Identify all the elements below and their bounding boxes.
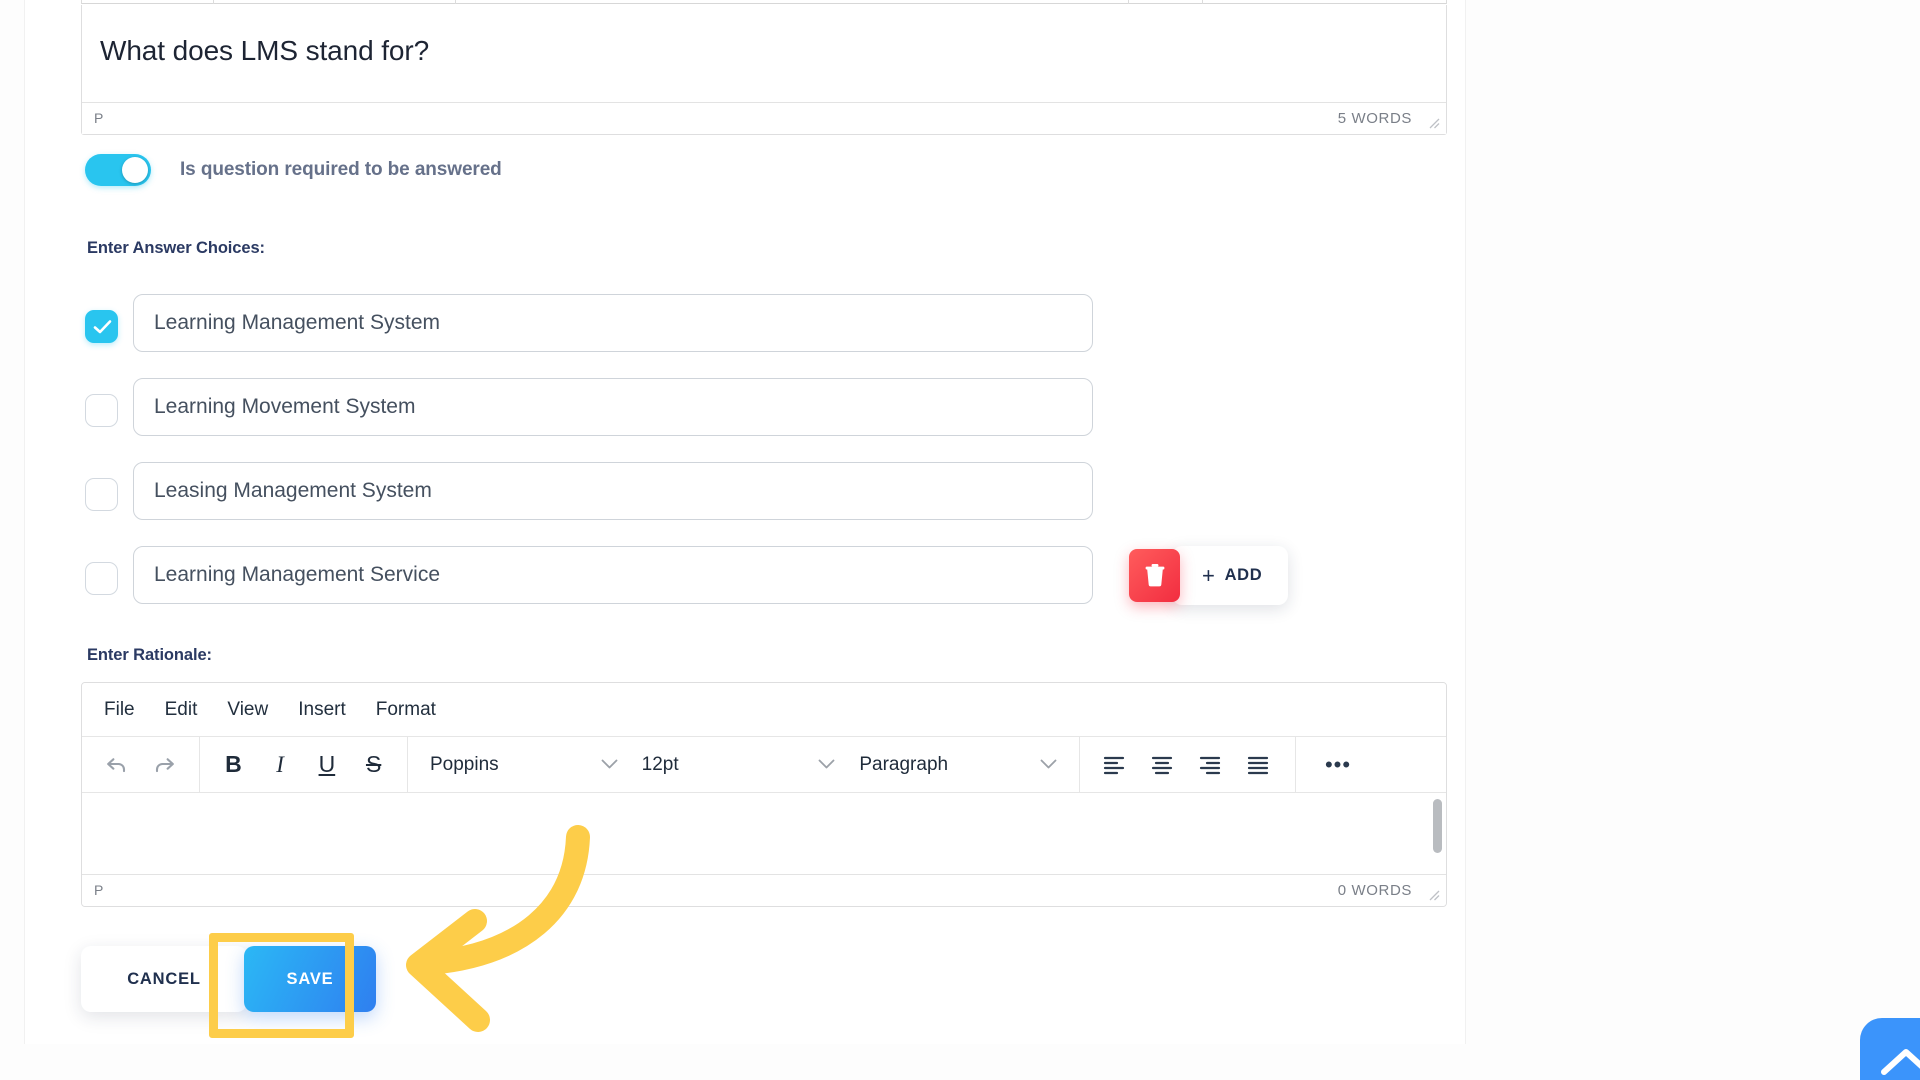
toggle-knob: [122, 157, 148, 183]
question-editor-statusbar: P 5 WORDS: [82, 102, 1446, 134]
redo-icon[interactable]: [140, 745, 188, 785]
cancel-button[interactable]: CANCEL: [81, 946, 247, 1012]
bold-button[interactable]: B: [210, 745, 257, 785]
font-family-select[interactable]: Poppins: [418, 745, 630, 785]
answer-choice-checkbox-2[interactable]: [85, 394, 118, 427]
block-format-select[interactable]: Paragraph: [847, 745, 1069, 785]
resize-handle-icon[interactable]: [1426, 115, 1440, 129]
toolbar-group-overflow: •••: [1296, 737, 1372, 792]
word-count: 5 WORDS: [1337, 110, 1412, 127]
app-root: What does LMS stand for? P 5 WORDS Is qu…: [0, 0, 1920, 1080]
add-choice-label: ADD: [1224, 566, 1263, 584]
required-toggle-label: Is question required to be answered: [180, 159, 502, 180]
answer-choice-input-1[interactable]: [133, 294, 1093, 352]
editor-menubar: File Edit View Insert Format: [82, 683, 1446, 737]
element-path[interactable]: P: [94, 882, 104, 898]
menu-item-file[interactable]: File: [104, 699, 135, 721]
required-toggle-row: Is question required to be answered: [85, 152, 502, 188]
align-center-icon[interactable]: [1138, 745, 1186, 785]
table-column-divider: [213, 0, 214, 4]
rationale-editor: File Edit View Insert Format B I U S Pop…: [81, 682, 1447, 907]
chevron-down-icon: [1040, 759, 1057, 769]
question-text: What does LMS stand for?: [100, 35, 430, 66]
answer-choice-row: [85, 294, 1425, 378]
element-path[interactable]: P: [94, 110, 104, 126]
toolbar-group-typography: Poppins 12pt Paragraph: [408, 737, 1080, 792]
scroll-to-top-button[interactable]: [1860, 1018, 1920, 1080]
answer-choice-actions: + ADD: [1129, 546, 1289, 605]
question-editor: What does LMS stand for? P 5 WORDS: [81, 5, 1447, 135]
plus-icon: +: [1202, 562, 1216, 588]
font-family-value: Poppins: [430, 753, 499, 775]
toolbar-group-format: B I U S: [200, 737, 408, 792]
truncated-table-header: [81, 0, 1447, 4]
table-column-divider: [1202, 0, 1203, 4]
add-choice-button[interactable]: + ADD: [1172, 546, 1289, 605]
answer-choice-checkbox-1[interactable]: [85, 310, 118, 343]
check-icon: [93, 320, 112, 334]
rationale-editor-statusbar: P 0 WORDS: [82, 874, 1446, 906]
align-right-icon[interactable]: [1186, 745, 1234, 785]
content-card: What does LMS stand for? P 5 WORDS Is qu…: [24, 0, 1466, 1044]
rationale-label: Enter Rationale:: [87, 646, 212, 664]
font-size-value: 12pt: [641, 753, 679, 775]
toolbar-group-alignment: [1080, 737, 1296, 792]
save-button[interactable]: SAVE: [244, 946, 376, 1012]
toolbar-group-history: [82, 737, 200, 792]
editor-toolbar: B I U S Poppins 12pt Paragraph •••: [82, 737, 1446, 793]
answer-choice-input-3[interactable]: [133, 462, 1093, 520]
table-column-divider: [1446, 0, 1447, 4]
menu-item-insert[interactable]: Insert: [298, 699, 346, 721]
italic-button[interactable]: I: [257, 745, 304, 785]
table-column-divider: [455, 0, 456, 4]
menu-item-edit[interactable]: Edit: [165, 699, 198, 721]
underline-button[interactable]: U: [304, 745, 351, 785]
block-format-value: Paragraph: [859, 753, 949, 775]
menu-item-view[interactable]: View: [227, 699, 268, 721]
table-bottom-border: [81, 3, 1447, 4]
table-column-divider: [81, 0, 82, 4]
undo-icon[interactable]: [92, 745, 140, 785]
align-justify-icon[interactable]: [1234, 745, 1282, 785]
answer-choice-input-4[interactable]: [133, 546, 1093, 604]
strikethrough-button[interactable]: S: [350, 745, 397, 785]
question-editor-body[interactable]: What does LMS stand for?: [82, 5, 1446, 103]
rationale-editor-body[interactable]: [82, 793, 1446, 874]
table-column-divider: [1128, 0, 1129, 4]
chevron-down-icon: [818, 759, 835, 769]
answer-choice-row: [85, 462, 1425, 546]
align-left-icon[interactable]: [1090, 745, 1138, 785]
answer-choices-label: Enter Answer Choices:: [87, 239, 265, 257]
font-size-select[interactable]: 12pt: [630, 745, 848, 785]
answer-choice-checkbox-4[interactable]: [85, 562, 118, 595]
delete-choice-button[interactable]: [1129, 549, 1180, 602]
resize-handle-icon[interactable]: [1426, 887, 1440, 901]
answer-choice-input-2[interactable]: [133, 378, 1093, 436]
editor-scrollbar-thumb[interactable]: [1433, 799, 1442, 853]
required-toggle-switch[interactable]: [85, 154, 151, 186]
answer-choice-checkbox-3[interactable]: [85, 478, 118, 511]
menu-item-format[interactable]: Format: [376, 699, 436, 721]
word-count: 0 WORDS: [1337, 882, 1412, 899]
more-options-icon[interactable]: •••: [1314, 745, 1362, 785]
chevron-up-icon: [1881, 1049, 1920, 1075]
chevron-down-icon: [601, 759, 618, 769]
answer-choice-row: [85, 378, 1425, 462]
trash-icon: [1145, 564, 1164, 587]
